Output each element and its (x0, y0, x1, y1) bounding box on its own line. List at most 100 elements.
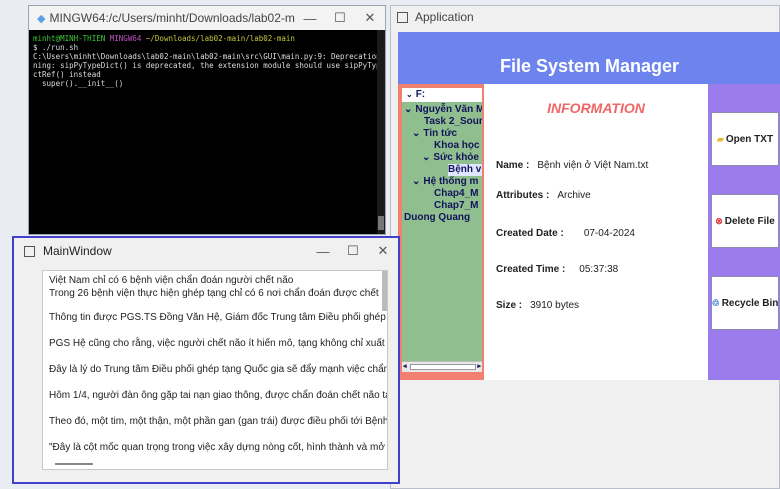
tree-item[interactable]: Khoa học (434, 140, 480, 152)
info-panel: INFORMATION Name : Bệnh viện ở Việt Nam.t… (484, 84, 708, 380)
terminal-scrollbar[interactable] (377, 30, 385, 234)
info-label: Created Time : (496, 264, 566, 275)
folder-tree-panel: ⌄ F: ⌄ Nguyễn Văn M Task 2_Sour ⌄ Tin tức K… (398, 84, 484, 380)
text-line: "Đây là cột mốc quan trọng trong việc xâ… (49, 442, 388, 453)
chevron-down-icon[interactable]: ⌄ (412, 176, 420, 187)
prompt-env: MINGW64 (109, 34, 142, 43)
prompt-path: ~/Downloads/lab02-main/lab02-main (145, 34, 295, 43)
scrollbar-thumb[interactable] (410, 364, 476, 370)
terminal-line: super().__init__() (33, 79, 124, 88)
chevron-down-icon[interactable]: ⌄ (404, 104, 412, 115)
folder-tree[interactable]: ⌄ F: ⌄ Nguyễn Văn M Task 2_Sour ⌄ Tin tức K… (402, 88, 482, 372)
info-value: 05:37:38 (579, 264, 619, 275)
tree-item[interactable]: ⌄ Sức khỏe (422, 152, 479, 164)
info-value: 3910 bytes (530, 300, 580, 311)
text-line: Việt Nam chỉ có 6 bệnh viện chẩn đoán ng… (49, 275, 294, 286)
minimize-button[interactable]: — (308, 244, 338, 259)
terminal-line: C:\Users\minht\Downloads\lab02-main\lab0… (33, 52, 385, 61)
info-date-row: Created Date : 07-04-2024 (496, 228, 635, 239)
info-value: Bệnh viện ở Việt Nam.txt (537, 160, 649, 171)
text-line: Đây là lý do Trung tâm Điều phối ghép tạ… (49, 364, 388, 375)
mingw-icon: ◆ (37, 12, 46, 25)
close-button[interactable]: ✕ (368, 243, 398, 259)
tree-item-label: F: (415, 89, 426, 100)
recycle-bin-button[interactable]: ♲ Recycle Bin (711, 276, 779, 330)
tree-horizontal-scrollbar[interactable]: ◂ ▸ (402, 361, 482, 372)
tree-item-label: Hệ thống m (423, 176, 479, 187)
folder-icon: ▰ (716, 133, 724, 144)
horizontal-scrollbar[interactable] (43, 459, 387, 469)
tree-item-label: Nguyễn Văn M (415, 104, 482, 115)
terminal-titlebar[interactable]: ◆ MINGW64:/c/Users/minht/Downloads/lab02… (29, 6, 385, 30)
info-label: Attributes : (496, 190, 550, 201)
chevron-down-icon[interactable]: ⌄ (412, 128, 420, 139)
app-body: File System Manager ⌄ F: ⌄ Nguyễn Văn M Ta… (398, 32, 780, 380)
tree-item-label: Tin tức (423, 128, 458, 139)
terminal-output[interactable]: minht@MINH-THIEN MINGW64 ~/Downloads/lab… (29, 30, 385, 92)
scrollbar-thumb[interactable] (378, 216, 384, 230)
text-line: Trong 26 bệnh viện thực hiện ghép tạng c… (49, 288, 388, 299)
tree-item[interactable]: Duong Quang (404, 212, 470, 224)
text-line: Thông tin được PGS.TS Đồng Văn Hệ, Giám … (49, 312, 388, 323)
main-window-title: MainWindow (43, 244, 112, 258)
tree-item[interactable]: Task 2_Sour (424, 116, 482, 128)
tree-item-label: Sức khỏe (433, 152, 479, 163)
button-label: Recycle Bin (721, 297, 779, 309)
tree-item[interactable]: ⌄ Tin tức (412, 128, 457, 140)
info-name-row: Name : Bệnh viện ở Việt Nam.txt (496, 160, 648, 171)
trash-icon: ♲ (711, 297, 720, 308)
text-content-area[interactable]: Việt Nam chỉ có 6 bệnh viện chẩn đoán ng… (42, 270, 388, 470)
info-size-row: Size : 3910 bytes (496, 300, 579, 311)
scrollbar-thumb[interactable] (55, 463, 93, 465)
info-value: 07-04-2024 (583, 228, 635, 239)
window-icon (24, 245, 35, 257)
info-label: Created Date : (496, 228, 564, 239)
open-txt-button[interactable]: ▰ Open TXT (711, 112, 779, 166)
tree-item-label: Task 2_Sour (424, 116, 482, 127)
tree-item[interactable]: ⌄ Hệ thống m (412, 176, 478, 188)
app-window-title: Application (415, 10, 474, 24)
minimize-button[interactable]: — (295, 11, 325, 26)
main-titlebar[interactable]: MainWindow — ☐ ✕ (14, 238, 398, 264)
tree-item-label: Duong Quang (404, 212, 471, 223)
prompt-user: minht@MINH-THIEN (33, 34, 106, 43)
maximize-button[interactable]: ☐ (325, 10, 355, 26)
tree-item-root[interactable]: ⌄ F: (402, 88, 482, 102)
tree-item-selected[interactable]: Bệnh v (448, 164, 482, 176)
tree-item[interactable]: ⌄ Nguyễn Văn M (404, 104, 482, 116)
button-label: Delete File (724, 215, 775, 227)
info-heading: INFORMATION (547, 100, 645, 116)
scroll-left-icon[interactable]: ◂ (403, 362, 407, 370)
application-window[interactable]: Application File System Manager ⌄ F: ⌄ Ngu… (390, 5, 780, 489)
chevron-down-icon[interactable]: ⌄ (422, 152, 430, 163)
delete-icon: ⊗ (715, 215, 723, 226)
text-line: PGS Hệ cũng cho rằng, việc người chết nã… (49, 338, 388, 349)
app-titlebar[interactable]: Application (391, 6, 779, 28)
text-line: Hôm 1/4, người đàn ông gặp tai nạn giao … (49, 390, 388, 401)
delete-file-button[interactable]: ⊗ Delete File (711, 194, 779, 248)
scroll-right-icon[interactable]: ▸ (477, 362, 481, 370)
close-button[interactable]: ✕ (355, 10, 385, 26)
info-time-row: Created Time : 05:37:38 (496, 264, 618, 275)
terminal-window[interactable]: ◆ MINGW64:/c/Users/minht/Downloads/lab02… (28, 5, 386, 235)
info-label: Name : (496, 160, 530, 171)
button-label: Open TXT (725, 133, 774, 145)
chevron-down-icon[interactable]: ⌄ (406, 90, 413, 99)
window-icon (397, 11, 408, 23)
tree-item[interactable]: Chap4_M (434, 188, 478, 200)
info-value: Archive (557, 190, 591, 201)
tree-item-label: Bệnh v (448, 164, 482, 175)
tree-item[interactable]: Chap7_M (434, 200, 478, 212)
vertical-scrollbar-thumb[interactable] (382, 271, 387, 311)
terminal-line: $ ./run.sh (33, 43, 79, 52)
tree-item-label: Khoa học (434, 140, 480, 151)
text-line: Theo đó, một tim, một thận, một phần gan… (49, 416, 388, 427)
tree-item-label: Chap7_M (434, 200, 479, 211)
terminal-line: ning: sipPyTypeDict() is deprecated, the… (33, 61, 385, 70)
maximize-button[interactable]: ☐ (338, 243, 368, 259)
info-label: Size : (496, 300, 523, 311)
action-sidebar: ▰ Open TXT ⊗ Delete File ♲ Recycle Bin (708, 84, 780, 380)
main-window[interactable]: MainWindow — ☐ ✕ Việt Nam chỉ có 6 bệnh … (12, 236, 400, 484)
terminal-line: ctRef() instead (33, 70, 101, 79)
info-attributes-row: Attributes : Archive (496, 190, 591, 201)
